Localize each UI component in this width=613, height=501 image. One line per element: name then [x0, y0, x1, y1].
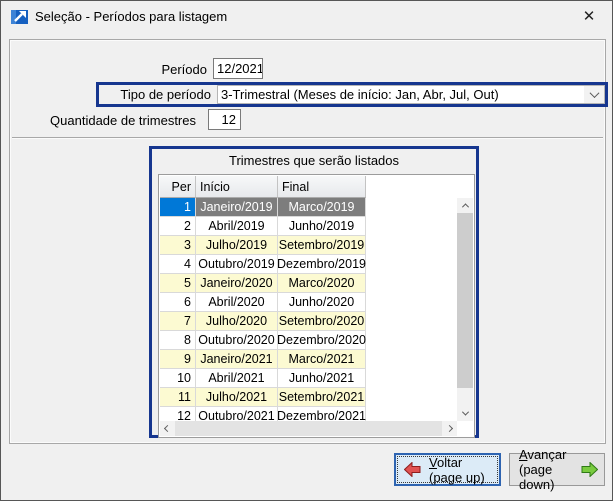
quantidade-label: Quantidade de trimestres	[10, 113, 196, 128]
cell-per[interactable]: 9	[160, 350, 196, 369]
cell-final[interactable]: Junho/2020	[278, 293, 366, 312]
cell-per[interactable]: 8	[160, 331, 196, 350]
cell-inicio[interactable]: Outubro/2019	[196, 255, 278, 274]
forward-arrow-icon	[581, 462, 598, 477]
table-row[interactable]: 5Janeiro/2020Marco/2020	[160, 274, 366, 293]
cell-inicio[interactable]: Abril/2021	[196, 369, 278, 388]
table-row[interactable]: 11Julho/2021Setembro/2021	[160, 388, 366, 407]
cell-inicio[interactable]: Outubro/2020	[196, 331, 278, 350]
cell-per[interactable]: 3	[160, 236, 196, 255]
cell-inicio[interactable]: Abril/2020	[196, 293, 278, 312]
cell-per[interactable]: 2	[160, 217, 196, 236]
dialog-window: Seleção - Períodos para listagem ✕ Perío…	[0, 0, 613, 501]
cell-inicio[interactable]: Julho/2019	[196, 236, 278, 255]
column-header-final[interactable]: Final	[278, 176, 366, 198]
grid-header: Per Início Final	[160, 176, 366, 198]
back-arrow-icon	[404, 462, 421, 477]
horizontal-scroll-thumb[interactable]	[175, 421, 442, 436]
periodo-input[interactable]	[213, 58, 263, 79]
vertical-scroll-thumb[interactable]	[457, 213, 473, 388]
cell-final[interactable]: Dezembro/2020	[278, 331, 366, 350]
cell-final[interactable]: Dezembro/2019	[278, 255, 366, 274]
scroll-up-icon[interactable]	[457, 198, 473, 213]
tipo-periodo-select[interactable]: 3-Trimestral (Meses de início: Jan, Abr,…	[217, 85, 605, 104]
cell-final[interactable]: Junho/2019	[278, 217, 366, 236]
chevron-down-icon[interactable]	[584, 86, 604, 103]
cell-final[interactable]: Setembro/2020	[278, 312, 366, 331]
cell-inicio[interactable]: Julho/2021	[196, 388, 278, 407]
tipo-periodo-value: 3-Trimestral (Meses de início: Jan, Abr,…	[218, 87, 584, 102]
close-button[interactable]: ✕	[566, 1, 612, 32]
cell-final[interactable]: Setembro/2019	[278, 236, 366, 255]
vertical-scrollbar[interactable]	[457, 198, 473, 421]
title-bar: Seleção - Períodos para listagem ✕	[1, 1, 612, 32]
app-chart-arrow-icon	[11, 9, 28, 24]
voltar-button-text: Voltar (page up)	[429, 455, 485, 485]
voltar-button[interactable]: Voltar (page up)	[394, 453, 501, 486]
grid-rows: 1Janeiro/2019Marco/20192Abril/2019Junho/…	[160, 198, 366, 426]
table-row[interactable]: 2Abril/2019Junho/2019	[160, 217, 366, 236]
column-header-inicio[interactable]: Início	[196, 176, 278, 198]
periodo-label: Período	[10, 62, 207, 77]
cell-per[interactable]: 1	[160, 198, 196, 217]
scroll-down-icon[interactable]	[457, 406, 473, 421]
cell-per[interactable]: 6	[160, 293, 196, 312]
cell-inicio[interactable]: Janeiro/2021	[196, 350, 278, 369]
table-row[interactable]: 6Abril/2020Junho/2020	[160, 293, 366, 312]
table-row[interactable]: 9Janeiro/2021Marco/2021	[160, 350, 366, 369]
table-row[interactable]: 8Outubro/2020Dezembro/2020	[160, 331, 366, 350]
avancar-button[interactable]: Avançar (page down)	[509, 453, 605, 486]
table-row[interactable]: 3Julho/2019Setembro/2019	[160, 236, 366, 255]
cell-final[interactable]: Marco/2021	[278, 350, 366, 369]
table-row[interactable]: 10Abril/2021Junho/2021	[160, 369, 366, 388]
avancar-label: Avançar	[519, 447, 574, 462]
window-title: Seleção - Períodos para listagem	[35, 1, 227, 32]
cell-per[interactable]: 5	[160, 274, 196, 293]
scroll-right-icon[interactable]	[442, 421, 457, 436]
grid-scroll-container: Per Início Final 1Janeiro/2019Marco/2019…	[158, 174, 475, 438]
voltar-label: Voltar	[429, 455, 485, 470]
cell-inicio[interactable]: Janeiro/2019	[196, 198, 278, 217]
voltar-sublabel: (page up)	[429, 470, 485, 485]
group-title: Trimestres que serão listados	[152, 149, 476, 170]
section-divider	[12, 137, 603, 139]
table-row[interactable]: 1Janeiro/2019Marco/2019	[160, 198, 366, 217]
cell-final[interactable]: Marco/2020	[278, 274, 366, 293]
tipo-periodo-label: Tipo de período	[99, 87, 211, 102]
horizontal-scrollbar[interactable]	[160, 421, 457, 436]
tipo-periodo-row: Tipo de período 3-Trimestral (Meses de i…	[96, 82, 608, 107]
cell-inicio[interactable]: Abril/2019	[196, 217, 278, 236]
cell-per[interactable]: 11	[160, 388, 196, 407]
trimestres-group: Trimestres que serão listados Per Início…	[149, 146, 479, 438]
cell-final[interactable]: Marco/2019	[278, 198, 366, 217]
cell-inicio[interactable]: Janeiro/2020	[196, 274, 278, 293]
cell-per[interactable]: 7	[160, 312, 196, 331]
avancar-sublabel: (page down)	[519, 462, 574, 492]
table-row[interactable]: 7Julho/2020Setembro/2020	[160, 312, 366, 331]
table-row[interactable]: 4Outubro/2019Dezembro/2019	[160, 255, 366, 274]
cell-final[interactable]: Junho/2021	[278, 369, 366, 388]
cell-per[interactable]: 4	[160, 255, 196, 274]
cell-inicio[interactable]: Julho/2020	[196, 312, 278, 331]
content-panel: Período Tipo de período 3-Trimestral (Me…	[9, 39, 606, 444]
cell-final[interactable]: Setembro/2021	[278, 388, 366, 407]
column-header-per[interactable]: Per	[160, 176, 196, 198]
cell-per[interactable]: 10	[160, 369, 196, 388]
avancar-button-text: Avançar (page down)	[519, 447, 574, 492]
quantidade-input[interactable]	[208, 109, 241, 130]
scroll-left-icon[interactable]	[160, 421, 175, 436]
